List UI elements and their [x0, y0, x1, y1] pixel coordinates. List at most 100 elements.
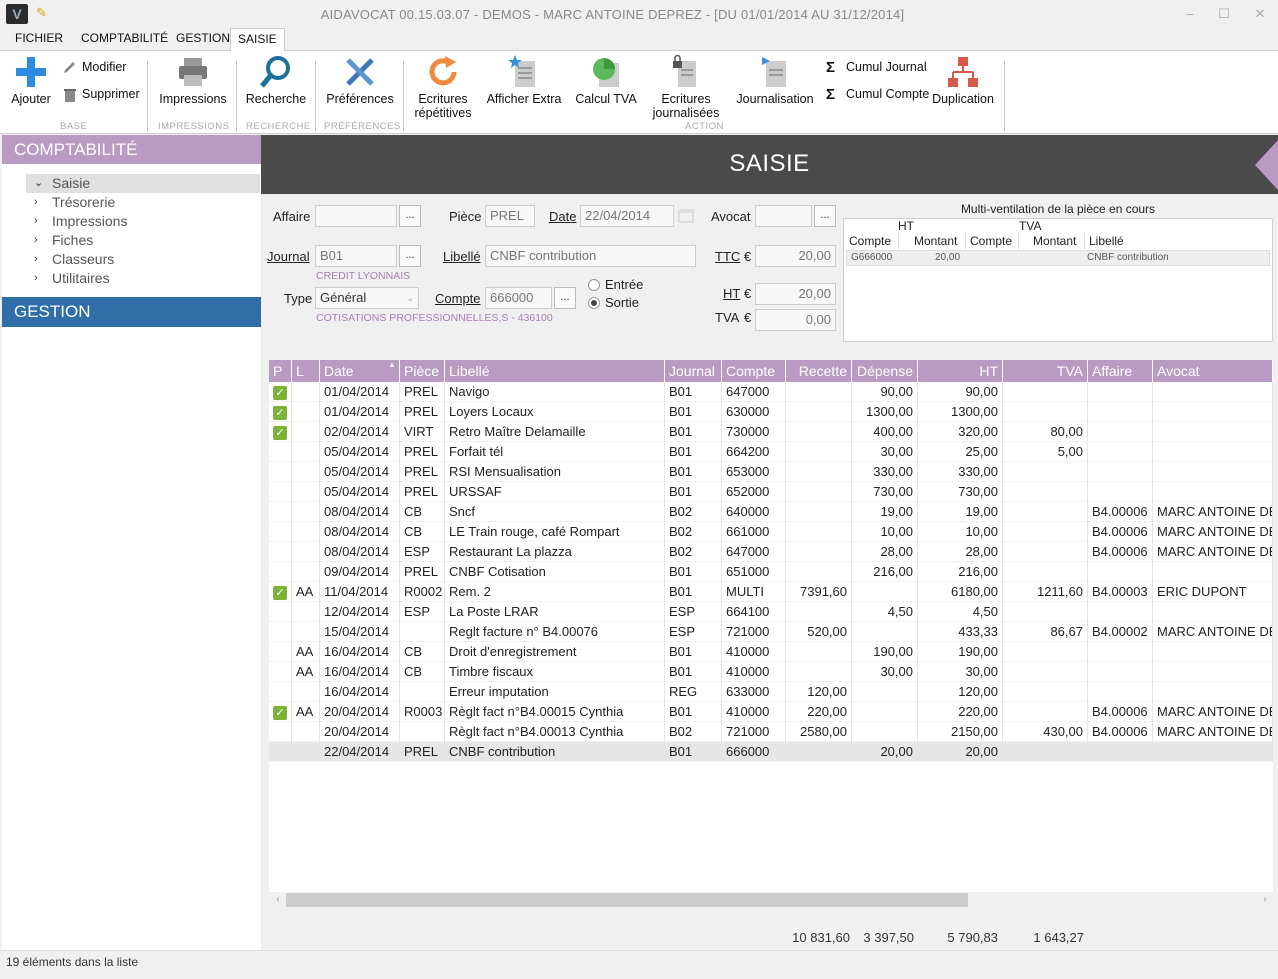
column-header-l[interactable]: L: [292, 360, 320, 382]
table-row[interactable]: ✓ 01/04/2014 PREL Loyers Locaux B01 630000 130…: [269, 402, 1273, 422]
column-header-affaire[interactable]: Affaire: [1088, 360, 1153, 382]
affaire-browse-button[interactable]: ...: [399, 205, 421, 227]
sidebar-item-label: Utilitaires: [52, 270, 110, 286]
cumul-compte-button[interactable]: Σ Cumul Compte: [826, 86, 929, 102]
sidebar-section-gestion[interactable]: GESTION: [2, 297, 261, 327]
column-header-depense[interactable]: Dépense: [852, 360, 918, 382]
sidebar-item-utilitaires[interactable]: › Utilitaires: [26, 269, 260, 288]
table-row[interactable]: 20/04/2014 Règlt fact n°B4.00013 Cynthia B…: [269, 722, 1273, 742]
entree-radio[interactable]: [588, 279, 600, 291]
recherche-button[interactable]: Recherche: [244, 55, 308, 106]
table-row[interactable]: ✓ AA 20/04/2014 R0003 Règlt fact n°B4.00015 …: [269, 702, 1273, 722]
sidebar-item-saisie[interactable]: ⌄ Saisie: [26, 174, 260, 193]
cell-journal: B01: [665, 442, 722, 462]
sidebar-item-classeurs[interactable]: › Classeurs: [26, 250, 260, 269]
journal-field[interactable]: B01: [315, 245, 397, 267]
calcul-tva-button[interactable]: Calcul TVA: [572, 55, 640, 106]
tab-fichier[interactable]: FICHIER: [8, 28, 70, 50]
mv-row[interactable]: G666000 20,00 CNBF contribution: [846, 250, 1270, 266]
cell-tva: [1003, 642, 1088, 662]
scrollbar-thumb[interactable]: [286, 893, 968, 907]
tab-comptabilite[interactable]: COMPTABILITÉ: [74, 28, 175, 50]
table-row[interactable]: ✓ 02/04/2014 VIRT Retro Maître Delamaille B0…: [269, 422, 1273, 442]
close-icon[interactable]: ✕: [1250, 5, 1270, 23]
table-row[interactable]: 05/04/2014 PREL RSI Mensualisation B01 65300…: [269, 462, 1273, 482]
table-row[interactable]: 08/04/2014 CB LE Train rouge, café Rompart…: [269, 522, 1273, 542]
sidebar-item-fiches[interactable]: › Fiches: [26, 231, 260, 250]
duplication-button[interactable]: Duplication: [928, 55, 998, 106]
ecritures-repetitives-button[interactable]: Ecritures répétitives: [410, 55, 476, 120]
table-row[interactable]: 16/04/2014 Erreur imputation REG 633000 120,…: [269, 682, 1273, 702]
column-header-compte[interactable]: Compte: [722, 360, 786, 382]
checkbox-checked-icon[interactable]: ✓: [273, 386, 287, 400]
table-row[interactable]: 12/04/2014 ESP La Poste LRAR ESP 664100 4,50 4…: [269, 602, 1273, 622]
scroll-right-icon[interactable]: ›: [1258, 893, 1272, 907]
pencil-icon: [64, 61, 75, 73]
table-row[interactable]: AA 16/04/2014 CB Timbre fiscaux B01 410000 30,…: [269, 662, 1273, 682]
impressions-label: Impressions: [159, 92, 227, 106]
sidebar-section-comptabilite[interactable]: COMPTABILITÉ: [2, 135, 262, 164]
ht-field[interactable]: 20,00: [755, 283, 836, 305]
tab-saisie[interactable]: SAISIE: [230, 28, 285, 51]
checkbox-checked-icon[interactable]: ✓: [273, 586, 287, 600]
ttc-field[interactable]: 20,00: [755, 245, 836, 267]
checkbox-checked-icon[interactable]: ✓: [273, 426, 287, 440]
supprimer-button[interactable]: Supprimer: [62, 86, 140, 102]
piece-field[interactable]: PREL: [485, 205, 535, 227]
maximize-icon[interactable]: ☐: [1214, 5, 1234, 23]
cell-l: [292, 422, 320, 442]
impressions-button[interactable]: Impressions: [156, 55, 230, 106]
tab-gestion[interactable]: GESTION: [169, 28, 237, 50]
tva-field[interactable]: 0,00: [755, 309, 836, 331]
libelle-field[interactable]: CNBF contribution: [485, 245, 696, 267]
cell-tva: [1003, 462, 1088, 482]
type-select[interactable]: Général ⌄: [315, 287, 419, 309]
compte-field[interactable]: 666000: [485, 287, 552, 309]
group-separator: [315, 61, 316, 131]
journal-browse-button[interactable]: ...: [399, 245, 421, 267]
table-row[interactable]: 05/04/2014 PREL URSSAF B01 652000 730,00 730,0…: [269, 482, 1273, 502]
scroll-left-icon[interactable]: ‹: [271, 893, 285, 907]
table-row[interactable]: 08/04/2014 ESP Restaurant La plazza B02 6470…: [269, 542, 1273, 562]
afficher-extra-button[interactable]: Afficher Extra: [484, 55, 564, 106]
ecritures-journalisees-button[interactable]: Ecritures journalisées: [648, 55, 724, 120]
minimize-icon[interactable]: ‒: [1180, 5, 1200, 23]
table-row[interactable]: 22/04/2014 PREL CNBF contribution B01 666000…: [269, 742, 1273, 762]
table-row[interactable]: 08/04/2014 CB Sncf B02 640000 19,00 19,00 B4.00…: [269, 502, 1273, 522]
column-header-ht[interactable]: HT: [918, 360, 1003, 382]
table-row[interactable]: ✓ AA 11/04/2014 R0002 Rem. 2 B01 MULTI 7391,60 6…: [269, 582, 1273, 602]
table-row[interactable]: AA 16/04/2014 CB Droit d'enregistrement B01 4…: [269, 642, 1273, 662]
checkbox-checked-icon[interactable]: ✓: [273, 406, 287, 420]
cell-l: [292, 722, 320, 742]
calendar-icon[interactable]: [678, 207, 694, 223]
sidebar-item-impressions[interactable]: › Impressions: [26, 212, 260, 231]
cell-date: 15/04/2014: [320, 622, 400, 642]
sortie-radio[interactable]: [588, 297, 600, 309]
column-header-p[interactable]: P: [269, 360, 292, 382]
cumul-journal-button[interactable]: Σ Cumul Journal: [826, 59, 927, 75]
column-header-recette[interactable]: Recette: [786, 360, 852, 382]
column-header-tva[interactable]: TVA: [1003, 360, 1088, 382]
compte-browse-button[interactable]: ...: [554, 287, 576, 309]
avocat-field[interactable]: [755, 205, 812, 227]
column-header-piece[interactable]: Pièce: [400, 360, 445, 382]
ajouter-button[interactable]: Ajouter: [8, 55, 54, 106]
preferences-button[interactable]: Préférences: [324, 55, 396, 106]
column-header-avocat[interactable]: Avocat: [1153, 360, 1273, 382]
checkbox-checked-icon[interactable]: ✓: [273, 706, 287, 720]
modifier-button[interactable]: Modifier: [62, 59, 126, 75]
column-header-libelle[interactable]: Libellé: [445, 360, 665, 382]
sidebar-item-tresorerie[interactable]: › Trésorerie: [26, 193, 260, 212]
date-field[interactable]: 22/04/2014: [580, 205, 674, 227]
affaire-field[interactable]: [315, 205, 397, 227]
journalisation-button[interactable]: Journalisation: [732, 55, 818, 106]
table-row[interactable]: 09/04/2014 PREL CNBF Cotisation B01 651000 21…: [269, 562, 1273, 582]
column-header-journal[interactable]: Journal: [665, 360, 722, 382]
sigma-icon: Σ: [826, 58, 836, 76]
cell-journal: B01: [665, 382, 722, 402]
table-row[interactable]: 05/04/2014 PREL Forfait tél B01 664200 30,00 2…: [269, 442, 1273, 462]
table-row[interactable]: 15/04/2014 Reglt facture n° B4.00076 ESP 72…: [269, 622, 1273, 642]
avocat-browse-button[interactable]: ...: [814, 205, 836, 227]
cell-piece: ESP: [400, 542, 445, 562]
table-row[interactable]: ✓ 01/04/2014 PREL Navigo B01 647000 90,00 90,00: [269, 382, 1273, 402]
